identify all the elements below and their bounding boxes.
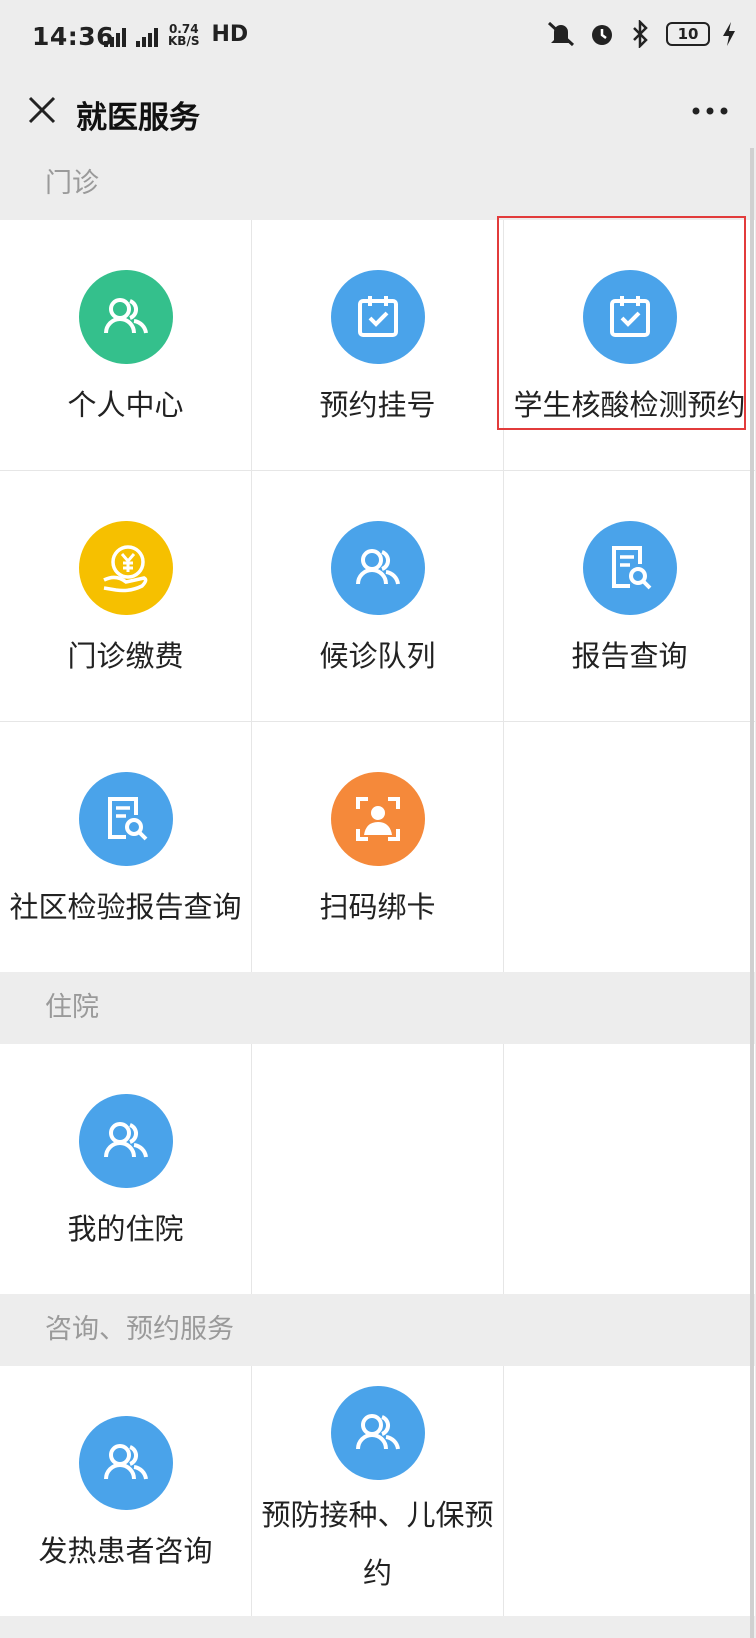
grid-empty-cell bbox=[252, 1044, 503, 1294]
grid-item-label: 门诊缴费 bbox=[67, 639, 184, 673]
grid-item-label: 报告查询 bbox=[571, 639, 688, 673]
inpatient-grid: 我的住院 bbox=[0, 1044, 755, 1294]
grid-item-label: 个人中心 bbox=[67, 388, 184, 422]
section-header-consultation: 咨询、预约服务 bbox=[0, 1294, 756, 1366]
calendar-check-icon bbox=[582, 270, 677, 364]
users-icon bbox=[78, 1416, 173, 1510]
yuan-payment-icon bbox=[78, 521, 173, 615]
speed-unit: KB/S bbox=[168, 34, 200, 48]
mute-icon bbox=[547, 21, 575, 47]
section-header-outpatient: 门诊 bbox=[0, 148, 756, 220]
close-icon[interactable] bbox=[20, 88, 64, 132]
users-icon bbox=[78, 270, 173, 364]
grid-item-community-report-query[interactable]: 社区检验报告查询 bbox=[0, 722, 251, 972]
outpatient-grid: 个人中心 预约挂号 学生核酸检测预约 门诊缴费 候诊队列 报告查询 社区检验报告… bbox=[0, 220, 755, 972]
grid-item-student-nat-appointment[interactable]: 学生核酸检测预约 bbox=[504, 220, 755, 470]
grid-item-label: 候诊队列 bbox=[319, 639, 436, 673]
grid-item-my-hospitalization[interactable]: 我的住院 bbox=[0, 1044, 251, 1294]
grid-empty-cell bbox=[504, 722, 755, 972]
users-icon bbox=[78, 1094, 173, 1188]
alarm-icon bbox=[592, 25, 612, 45]
signal-icon bbox=[104, 27, 126, 47]
status-time: 14:36 bbox=[32, 22, 115, 51]
grid-item-label: 学生核酸检测预约 bbox=[513, 388, 746, 422]
grid-item-outpatient-payment[interactable]: 门诊缴费 bbox=[0, 471, 251, 721]
status-right: 10 bbox=[546, 20, 736, 48]
users-icon bbox=[330, 1386, 425, 1480]
consultation-grid: 发热患者咨询 预防接种、儿保预约 bbox=[0, 1366, 755, 1616]
grid-item-label: 预防接种、儿保预约 bbox=[261, 1498, 494, 1590]
hd-label: HD bbox=[211, 22, 249, 47]
grid-item-waiting-queue[interactable]: 候诊队列 bbox=[252, 471, 503, 721]
grid-empty-cell bbox=[504, 1044, 755, 1294]
report-search-icon bbox=[582, 521, 677, 615]
grid-empty-cell bbox=[504, 1366, 755, 1616]
grid-item-label: 发热患者咨询 bbox=[38, 1534, 213, 1568]
battery-icon: 10 bbox=[666, 22, 710, 46]
network-speed: 0.74 KB/S bbox=[168, 23, 199, 47]
calendar-check-icon bbox=[330, 270, 425, 364]
face-scan-icon bbox=[330, 772, 425, 866]
grid-item-vaccination-appointment[interactable]: 预防接种、儿保预约 bbox=[252, 1366, 503, 1616]
content: 门诊 个人中心 预约挂号 学生核酸检测预约 门诊缴费 候诊队列 报告查询 社区检… bbox=[0, 148, 756, 1638]
grid-item-label: 扫码绑卡 bbox=[319, 890, 436, 924]
section-header-inpatient: 住院 bbox=[0, 972, 756, 1044]
more-icon[interactable] bbox=[690, 96, 730, 126]
grid-item-report-query[interactable]: 报告查询 bbox=[504, 471, 755, 721]
network-indicators: 0.74 KB/S HD bbox=[104, 22, 248, 47]
grid-item-scan-bind-card[interactable]: 扫码绑卡 bbox=[252, 722, 503, 972]
users-icon bbox=[330, 521, 425, 615]
grid-item-label: 预约挂号 bbox=[319, 388, 436, 422]
bluetooth-icon bbox=[633, 20, 648, 48]
report-search-icon bbox=[78, 772, 173, 866]
grid-item-label: 社区检验报告查询 bbox=[9, 890, 242, 924]
grid-item-personal-center[interactable]: 个人中心 bbox=[0, 220, 251, 470]
grid-item-fever-consultation[interactable]: 发热患者咨询 bbox=[0, 1366, 251, 1616]
status-bar: 14:36 0.74 KB/S HD 10 bbox=[0, 0, 756, 74]
nav-bar: 就医服务 bbox=[0, 74, 756, 148]
grid-item-appointment[interactable]: 预约挂号 bbox=[252, 220, 503, 470]
charging-icon bbox=[723, 22, 735, 46]
signal-icon bbox=[136, 27, 158, 47]
scrollbar[interactable] bbox=[750, 148, 754, 1638]
page-title: 就医服务 bbox=[76, 100, 200, 136]
grid-item-label: 我的住院 bbox=[67, 1212, 184, 1246]
